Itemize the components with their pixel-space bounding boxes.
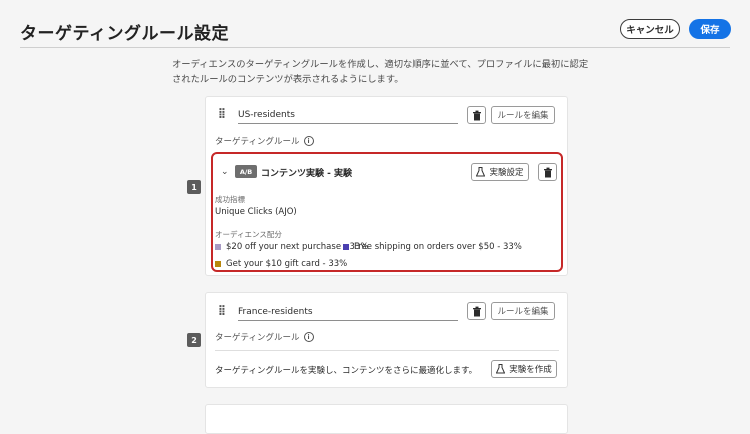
cancel-button[interactable]: キャンセル: [620, 19, 680, 39]
experiment-settings-label: 実験設定: [489, 168, 524, 178]
success-metric-label: 成功指標: [215, 195, 245, 204]
rule-number-badge: 1: [187, 180, 201, 194]
targeting-rule-label: ターゲティングルール i: [215, 135, 314, 147]
treatment-item: Get your $10 gift card - 33%: [215, 259, 347, 269]
trash-icon: [472, 110, 481, 120]
section-divider: [215, 350, 559, 351]
flask-icon: [496, 364, 506, 374]
targeting-rule-label: ターゲティングルール i: [215, 331, 314, 343]
experiment-cta-text: ターゲティングルールを実験し、コンテンツをさらに最適化します。: [215, 366, 478, 376]
treatment-color-swatch: [343, 244, 349, 250]
chevron-down-icon[interactable]: ⌄: [221, 167, 229, 177]
drag-handle-icon[interactable]: ⣿: [218, 108, 226, 119]
flask-icon: [476, 167, 486, 177]
treatment-label: Get your $10 gift card - 33%: [226, 259, 348, 269]
page-description: オーディエンスのターゲティングルールを作成し、適切な順序に並べて、プロファイルに…: [172, 59, 589, 85]
header-divider: [20, 47, 730, 48]
experiment-title: コンテンツ実験 - 実験: [261, 169, 353, 179]
page-title: ターゲティングルール設定: [20, 24, 229, 44]
info-icon[interactable]: i: [303, 332, 314, 342]
create-experiment-button[interactable]: 実験を作成: [491, 360, 557, 378]
treatment-color-swatch: [215, 261, 221, 267]
targeting-rule-label-text: ターゲティングルール: [215, 137, 300, 147]
rule-name-field[interactable]: France-residents: [238, 307, 458, 321]
save-button[interactable]: 保存: [689, 19, 731, 39]
rule-number-badge: 2: [187, 333, 201, 347]
experiment-settings-button[interactable]: 実験設定: [471, 163, 529, 181]
treatment-color-swatch: [215, 244, 221, 250]
treatment-item: Free shipping on orders over $50 - 33%: [343, 242, 522, 252]
edit-rule-button[interactable]: ルールを編集: [491, 106, 555, 124]
success-metric-value: Unique Clicks (AJO): [215, 207, 297, 217]
ab-test-badge: A/B: [235, 165, 257, 178]
create-experiment-label: 実験を作成: [509, 365, 552, 375]
drag-handle-icon[interactable]: ⣿: [218, 305, 226, 316]
delete-experiment-button[interactable]: [538, 163, 557, 181]
targeting-rule-label-text: ターゲティングルール: [215, 333, 300, 343]
delete-rule-button[interactable]: [467, 302, 486, 320]
trash-icon: [543, 167, 552, 177]
delete-rule-button[interactable]: [467, 106, 486, 124]
rule-card-next: [205, 404, 568, 434]
info-icon[interactable]: i: [303, 136, 314, 146]
audience-distribution-label: オーディエンス配分: [215, 230, 282, 239]
trash-icon: [472, 306, 481, 316]
treatment-label: Free shipping on orders over $50 - 33%: [354, 242, 522, 252]
rule-name-field[interactable]: US-residents: [238, 110, 458, 124]
edit-rule-button[interactable]: ルールを編集: [491, 302, 555, 320]
